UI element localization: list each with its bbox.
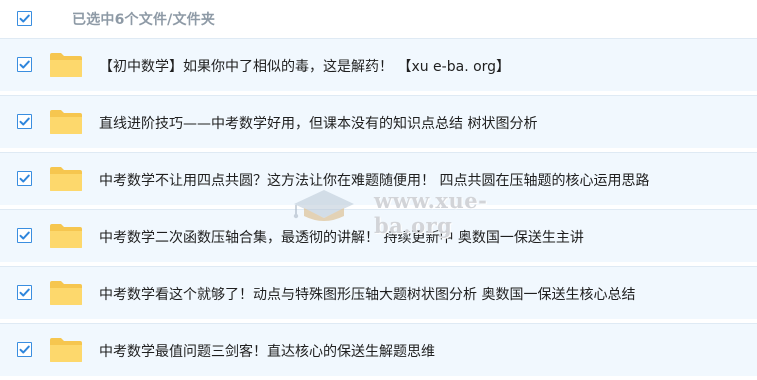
checkmark-icon	[19, 117, 30, 126]
folder-icon	[50, 338, 82, 362]
folder-icon	[50, 110, 82, 134]
file-checkbox[interactable]	[17, 285, 32, 300]
file-name[interactable]: 中考数学最值问题三剑客！直达核心的保送生解题思维	[99, 341, 435, 361]
checkmark-icon	[19, 174, 30, 183]
file-list: 【初中数学】如果你中了相似的毒，这是解药！ 【xu e-ba. org】 直线进…	[0, 38, 757, 380]
file-checkbox[interactable]	[17, 57, 32, 72]
checkmark-icon	[19, 14, 30, 23]
folder-icon	[50, 281, 82, 305]
file-row[interactable]: 中考数学最值问题三剑客！直达核心的保送生解题思维	[0, 323, 757, 376]
selection-header: 已选中6个文件/文件夹	[0, 0, 757, 38]
checkmark-icon	[19, 288, 30, 297]
file-name[interactable]: 中考数学二次函数压轴合集，最透彻的讲解！ 持续更新中 奥数国一保送生主讲	[99, 227, 584, 247]
folder-icon	[50, 167, 82, 191]
checkmark-icon	[19, 345, 30, 354]
file-checkbox[interactable]	[17, 342, 32, 357]
file-row[interactable]: 中考数学不让用四点共圆？这方法让你在难题随便用！ 四点共圆在压轴题的核心运用思路	[0, 152, 757, 205]
file-checkbox[interactable]	[17, 114, 32, 129]
checkmark-icon	[19, 60, 30, 69]
file-checkbox[interactable]	[17, 171, 32, 186]
file-row[interactable]: 直线进阶技巧——中考数学好用，但课本没有的知识点总结 树状图分析	[0, 95, 757, 148]
folder-icon	[50, 53, 82, 77]
folder-icon	[50, 224, 82, 248]
file-checkbox[interactable]	[17, 228, 32, 243]
file-name[interactable]: 直线进阶技巧——中考数学好用，但课本没有的知识点总结 树状图分析	[99, 113, 537, 133]
file-row[interactable]: 【初中数学】如果你中了相似的毒，这是解药！ 【xu e-ba. org】	[0, 38, 757, 91]
select-all-checkbox[interactable]	[17, 11, 32, 26]
checkmark-icon	[19, 231, 30, 240]
selection-count-label: 已选中6个文件/文件夹	[72, 12, 216, 28]
file-name[interactable]: 中考数学看这个就够了！动点与特殊图形压轴大题树状图分析 奥数国一保送生核心总结	[99, 284, 635, 304]
file-name[interactable]: 中考数学不让用四点共圆？这方法让你在难题随便用！ 四点共圆在压轴题的核心运用思路	[99, 170, 649, 190]
file-name[interactable]: 【初中数学】如果你中了相似的毒，这是解药！ 【xu e-ba. org】	[99, 56, 510, 76]
file-row[interactable]: 中考数学二次函数压轴合集，最透彻的讲解！ 持续更新中 奥数国一保送生主讲	[0, 209, 757, 262]
file-row[interactable]: 中考数学看这个就够了！动点与特殊图形压轴大题树状图分析 奥数国一保送生核心总结	[0, 266, 757, 319]
